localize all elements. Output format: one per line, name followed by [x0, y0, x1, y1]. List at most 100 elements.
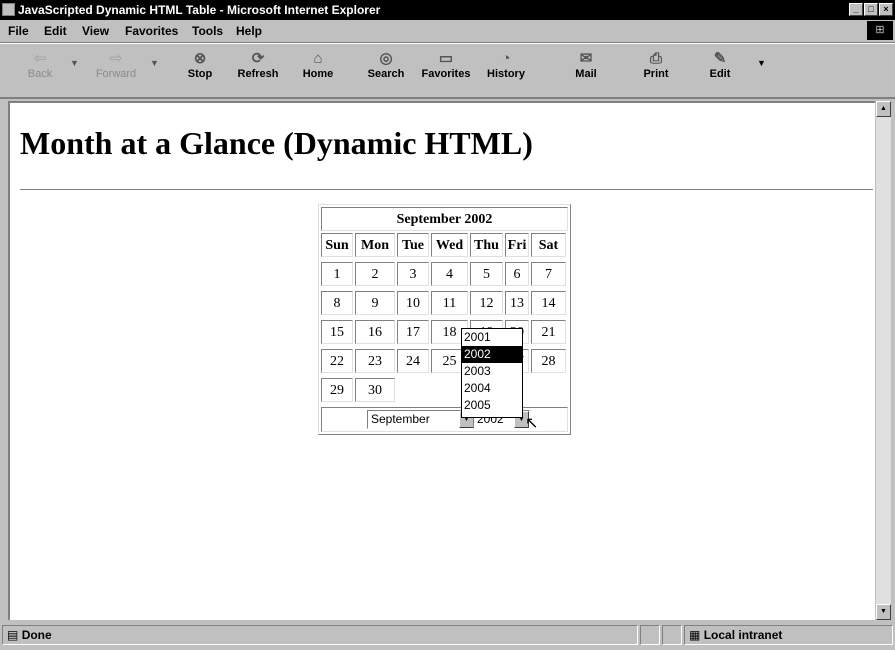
day-cell: 24: [397, 349, 429, 373]
day-cell: 15: [321, 320, 353, 344]
day-cell: 10: [397, 291, 429, 315]
search-button[interactable]: ◎ Search: [356, 50, 416, 80]
status-text: Done: [21, 628, 52, 642]
close-button[interactable]: ×: [879, 3, 893, 16]
print-icon: ⎙: [649, 50, 662, 67]
menu-file[interactable]: File: [8, 24, 29, 38]
day-cell: 7: [531, 262, 566, 286]
day-cell: 23: [355, 349, 395, 373]
day-cell: 17: [397, 320, 429, 344]
forward-label: Forward: [95, 68, 137, 80]
zone-text: Local intranet: [703, 628, 783, 642]
edit-label: Edit: [709, 68, 731, 80]
calendar-title: September 2002: [321, 207, 568, 231]
menu-help[interactable]: Help: [236, 24, 262, 38]
day-cell: 30: [355, 378, 395, 402]
home-button[interactable]: ⌂ Home: [288, 50, 348, 80]
weekday-header: Tue: [397, 233, 429, 257]
year-option[interactable]: 2005: [462, 397, 522, 414]
year-option[interactable]: 2001: [462, 329, 522, 346]
print-button[interactable]: ⎙ Print: [626, 50, 686, 80]
month-select[interactable]: September ▼: [367, 410, 475, 429]
print-label: Print: [643, 68, 669, 80]
back-dropdown-icon[interactable]: ▼: [70, 58, 79, 68]
forward-dropdown-icon[interactable]: ▼: [150, 58, 159, 68]
back-button[interactable]: ⇦ Back: [10, 50, 70, 80]
menu-favorites[interactable]: Favorites: [125, 24, 178, 38]
mail-label: Mail: [575, 68, 597, 80]
mail-icon: ✉: [579, 50, 593, 67]
vertical-scrollbar[interactable]: ▲ ▼: [875, 101, 891, 620]
year-dropdown-list: 2001 2002 2003 2004 2005: [461, 328, 523, 418]
year-option[interactable]: 2004: [462, 380, 522, 397]
status-zone-panel: ▦ Local intranet: [684, 625, 893, 645]
page-icon: ▤: [7, 628, 19, 642]
edit-icon: ✎: [713, 50, 727, 67]
stop-button[interactable]: ⊗ Stop: [170, 50, 230, 80]
stop-label: Stop: [187, 68, 213, 80]
forward-arrow-icon: ⇨: [109, 50, 123, 67]
refresh-label: Refresh: [237, 68, 279, 80]
refresh-button[interactable]: ⟳ Refresh: [228, 50, 288, 80]
back-arrow-icon: ⇦: [33, 50, 47, 67]
favorites-button[interactable]: ▭ Favorites: [416, 50, 476, 80]
forward-button[interactable]: ⇨ Forward: [86, 50, 146, 80]
day-cell: 13: [505, 291, 529, 315]
menu-view[interactable]: View: [82, 24, 109, 38]
year-option[interactable]: 2002: [462, 346, 522, 363]
stop-icon: ⊗: [193, 50, 207, 67]
mail-button[interactable]: ✉ Mail: [556, 50, 616, 80]
day-cell: 3: [397, 262, 429, 286]
back-label: Back: [27, 68, 53, 80]
day-cell: 14: [531, 291, 566, 315]
intranet-icon: ▦: [689, 628, 701, 642]
menu-bar: File Edit View Favorites Tools Help ⊞: [0, 20, 895, 43]
scroll-up-icon[interactable]: ▲: [876, 101, 891, 117]
title-bar: JavaScripted Dynamic HTML Table - Micros…: [0, 0, 895, 20]
menu-tools[interactable]: Tools: [192, 24, 223, 38]
day-cell: 28: [531, 349, 566, 373]
page-content: Month at a Glance (Dynamic HTML) Septemb…: [8, 101, 875, 620]
weekday-header: Mon: [355, 233, 395, 257]
day-cell: 5: [470, 262, 503, 286]
status-bar: ▤ Done ▦ Local intranet: [0, 623, 895, 650]
edit-button[interactable]: ✎ Edit: [690, 50, 750, 80]
day-cell: 21: [531, 320, 566, 344]
day-cell: 4: [431, 262, 468, 286]
month-select-value: September: [371, 412, 430, 426]
status-panel-secure: [662, 625, 682, 645]
ie-app-icon[interactable]: [2, 3, 15, 16]
status-panel-progress: [640, 625, 660, 645]
history-icon: ◔: [501, 50, 511, 67]
day-cell: 9: [355, 291, 395, 315]
menu-edit[interactable]: Edit: [44, 24, 67, 38]
weekday-header: Wed: [431, 233, 468, 257]
day-cell: 22: [321, 349, 353, 373]
calendar-table: September 2002 September ▼ 2002 ▼ Sun Mon…: [318, 204, 571, 435]
toolbar: ⇦ Back ▼ ⇨ Forward ▼ ⊗ Stop ⟳ Refresh ⌂ …: [0, 43, 895, 99]
history-button[interactable]: ◔ History: [476, 50, 536, 80]
minimize-button[interactable]: _: [849, 3, 863, 16]
search-label: Search: [367, 68, 405, 80]
day-cell: 16: [355, 320, 395, 344]
weekday-header: Sat: [531, 233, 566, 257]
mouse-cursor-icon: ↖: [525, 415, 539, 432]
history-label: History: [487, 68, 525, 80]
day-cell: 8: [321, 291, 353, 315]
maximize-button[interactable]: □: [864, 3, 878, 16]
day-cell: 6: [505, 262, 529, 286]
window-controls: _ □ ×: [848, 3, 893, 16]
refresh-icon: ⟳: [251, 50, 265, 67]
windows-logo-icon: ⊞: [867, 21, 893, 40]
day-cell: 12: [470, 291, 503, 315]
day-cell: 11: [431, 291, 468, 315]
weekday-header: Sun: [321, 233, 353, 257]
weekday-header: Fri: [505, 233, 529, 257]
weekday-header: Thu: [470, 233, 503, 257]
edit-dropdown-icon[interactable]: ▼: [757, 58, 766, 68]
horizontal-rule: [20, 189, 873, 191]
home-icon: ⌂: [313, 50, 323, 67]
year-option[interactable]: 2003: [462, 363, 522, 380]
scroll-down-icon[interactable]: ▼: [876, 604, 891, 620]
page-title: Month at a Glance (Dynamic HTML): [20, 125, 533, 161]
